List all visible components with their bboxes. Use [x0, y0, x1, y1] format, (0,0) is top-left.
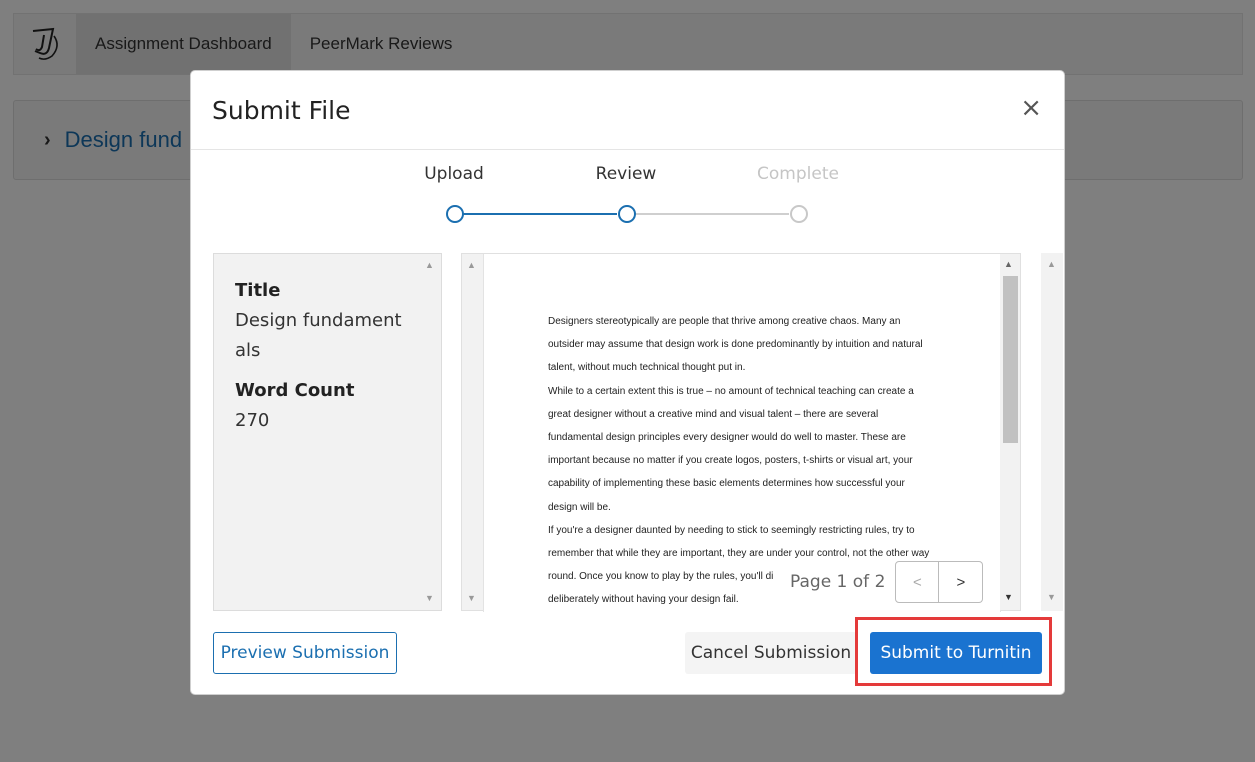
document-line: capability of implementing these basic e…: [548, 478, 905, 490]
scroll-down-icon[interactable]: ▼: [425, 593, 434, 603]
highlight-box: [855, 617, 1052, 686]
step-review-dot: [618, 205, 636, 223]
scroll-up-icon[interactable]: ▲: [1047, 259, 1056, 269]
document-page: Designers stereotypically are people tha…: [483, 254, 1001, 612]
step-complete-label: Complete: [757, 164, 839, 184]
step-upload-dot: [446, 205, 464, 223]
scroll-down-icon[interactable]: ▼: [467, 593, 476, 603]
document-scrollbar[interactable]: ▲ ▼: [1000, 254, 1020, 610]
document-line: talent, without much technical thought p…: [548, 362, 746, 374]
scroll-up-icon[interactable]: ▲: [425, 260, 434, 270]
document-line: outsider may assume that design work is …: [548, 339, 923, 351]
cancel-submission-button[interactable]: Cancel Submission: [685, 632, 857, 674]
preview-submission-button[interactable]: Preview Submission: [213, 632, 397, 674]
submission-info-panel[interactable]: Title Design fundamentals Word Count 270…: [213, 253, 442, 611]
scroll-up-icon[interactable]: ▲: [1004, 259, 1013, 269]
title-value: Design fundamentals: [235, 310, 402, 361]
title-label: Title: [235, 280, 281, 301]
step-upload-label: Upload: [424, 164, 484, 184]
scroll-down-icon[interactable]: ▼: [1047, 592, 1056, 602]
submit-file-modal: Submit File × Upload Review Complete Tit…: [190, 70, 1065, 695]
page-indicator: Page 1 of 2: [790, 572, 886, 592]
modal-title: Submit File: [212, 96, 351, 125]
step-connector-done: [463, 213, 617, 215]
right-side-scroll[interactable]: ▲ ▼: [1041, 253, 1063, 611]
document-line: If you're a designer daunted by needing …: [548, 524, 915, 536]
document-line: fundamental design principles every desi…: [548, 432, 906, 444]
close-icon[interactable]: ×: [1020, 95, 1042, 121]
step-review-label: Review: [595, 164, 657, 184]
document-line: important because no matter if you creat…: [548, 455, 913, 467]
scroll-up-icon[interactable]: ▲: [467, 260, 476, 270]
previous-page-button[interactable]: <: [895, 561, 940, 603]
step-complete-dot: [790, 205, 808, 223]
document-line: design will be.: [548, 501, 611, 513]
document-line: Designers stereotypically are people tha…: [548, 316, 901, 327]
document-viewer[interactable]: ▲ ▼ Designers stereotypically are people…: [461, 253, 1021, 612]
document-line: great designer without a creative mind a…: [548, 408, 879, 420]
modal-header: Submit File ×: [191, 71, 1064, 150]
step-connector-pending: [635, 213, 789, 215]
scrollbar-thumb[interactable]: [1003, 276, 1018, 443]
word-count-value: 270: [235, 410, 270, 431]
page-pager: Page 1 of 2 < >: [790, 561, 984, 603]
word-count-label: Word Count: [235, 380, 355, 401]
next-page-button[interactable]: >: [939, 561, 984, 603]
scroll-down-icon[interactable]: ▼: [1004, 592, 1013, 602]
document-line: While to a certain extent this is true –…: [548, 385, 914, 397]
